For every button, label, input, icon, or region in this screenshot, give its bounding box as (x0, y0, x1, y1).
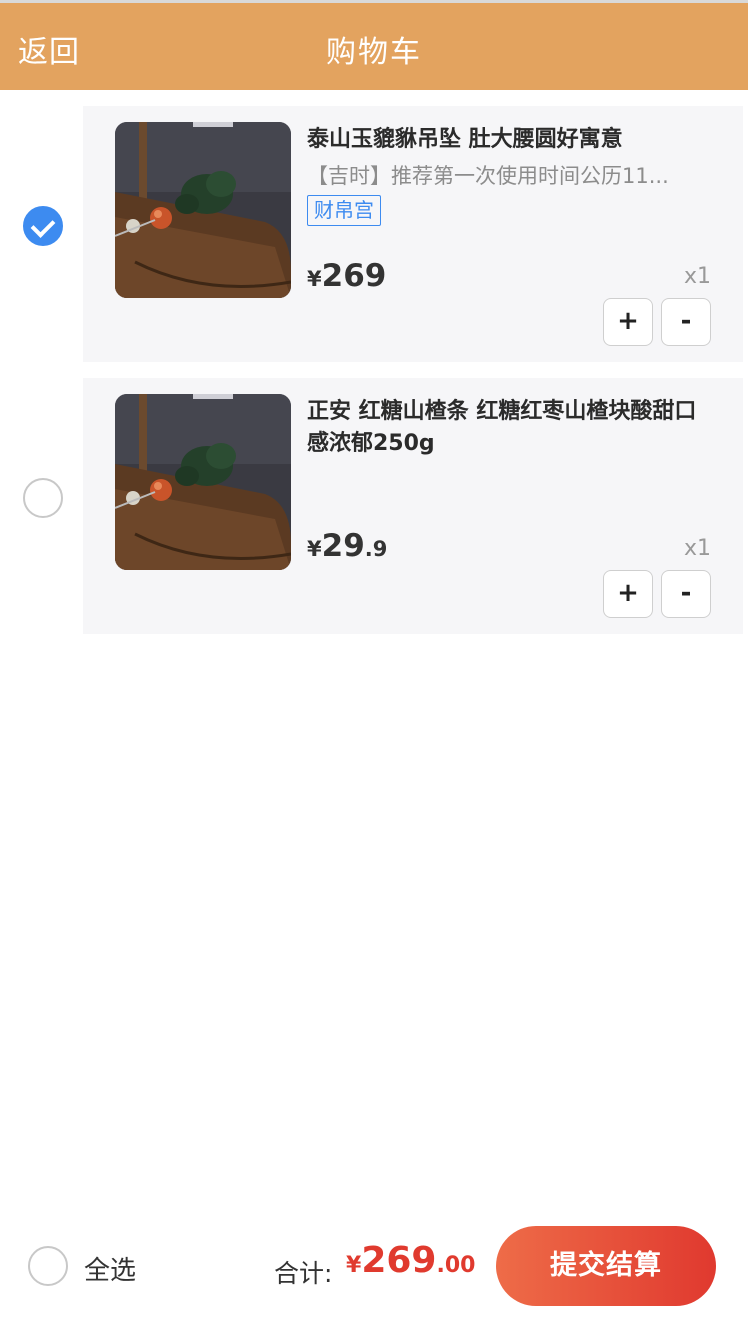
jade-pixiu-pendant-image (115, 394, 291, 570)
price-currency: ¥ (307, 537, 322, 561)
product-price: ¥29.9 (307, 528, 387, 564)
checkout-bar: 全选 合计: ¥269.00 提交结算 (0, 1210, 748, 1330)
total-decimal: .00 (436, 1253, 476, 1278)
item-select-checkbox[interactable] (23, 206, 63, 246)
quantity-label: x1 (683, 264, 711, 289)
total-label: 合计: (274, 1259, 333, 1288)
product-name: 正安 红糖山楂条 红糖红枣山楂块酸甜口感浓郁250g (307, 399, 697, 456)
page-title: 购物车 (326, 35, 422, 70)
price-integer: 29 (321, 528, 365, 564)
increase-quantity-button[interactable]: + (603, 298, 653, 346)
item-select-checkbox[interactable] (23, 478, 63, 518)
cart-item: 正安 红糖山楂条 红糖红枣山楂块酸甜口感浓郁250g ¥29.9 x1 + - (0, 378, 748, 634)
product-image[interactable] (115, 394, 291, 570)
decrease-quantity-button[interactable]: - (661, 298, 711, 346)
submit-checkout-button[interactable]: 提交结算 (496, 1226, 716, 1306)
navbar: 返回 购物车 (0, 3, 748, 90)
total-integer: 269 (361, 1240, 437, 1281)
product-description: 【吉时】推荐第一次使用时间公历11... (307, 164, 669, 188)
decrease-quantity-button[interactable]: - (661, 570, 711, 618)
product-name: 泰山玉貔貅吊坠 肚大腰圆好寓意 (307, 127, 623, 152)
product-price: ¥269 (307, 258, 386, 294)
product-image[interactable] (115, 122, 291, 298)
jade-pixiu-pendant-image (115, 122, 291, 298)
cart-item-card[interactable]: 正安 红糖山楂条 红糖红枣山楂块酸甜口感浓郁250g ¥29.9 x1 + - (83, 378, 743, 634)
price-decimal: .9 (364, 537, 388, 561)
total-currency: ¥ (346, 1253, 362, 1278)
select-all-label[interactable]: 全选 (84, 1250, 136, 1287)
cart-item: 泰山玉貔貅吊坠 肚大腰圆好寓意 【吉时】推荐第一次使用时间公历11... 财帛宫… (0, 106, 748, 362)
total-amount: ¥269.00 (346, 1240, 475, 1281)
increase-quantity-button[interactable]: + (603, 570, 653, 618)
quantity-label: x1 (683, 536, 711, 561)
price-currency: ¥ (307, 267, 322, 291)
cart-item-card[interactable]: 泰山玉貔貅吊坠 肚大腰圆好寓意 【吉时】推荐第一次使用时间公历11... 财帛宫… (83, 106, 743, 362)
product-tag: 财帛宫 (307, 195, 381, 226)
price-integer: 269 (321, 258, 387, 294)
select-all-checkbox[interactable] (28, 1246, 68, 1286)
